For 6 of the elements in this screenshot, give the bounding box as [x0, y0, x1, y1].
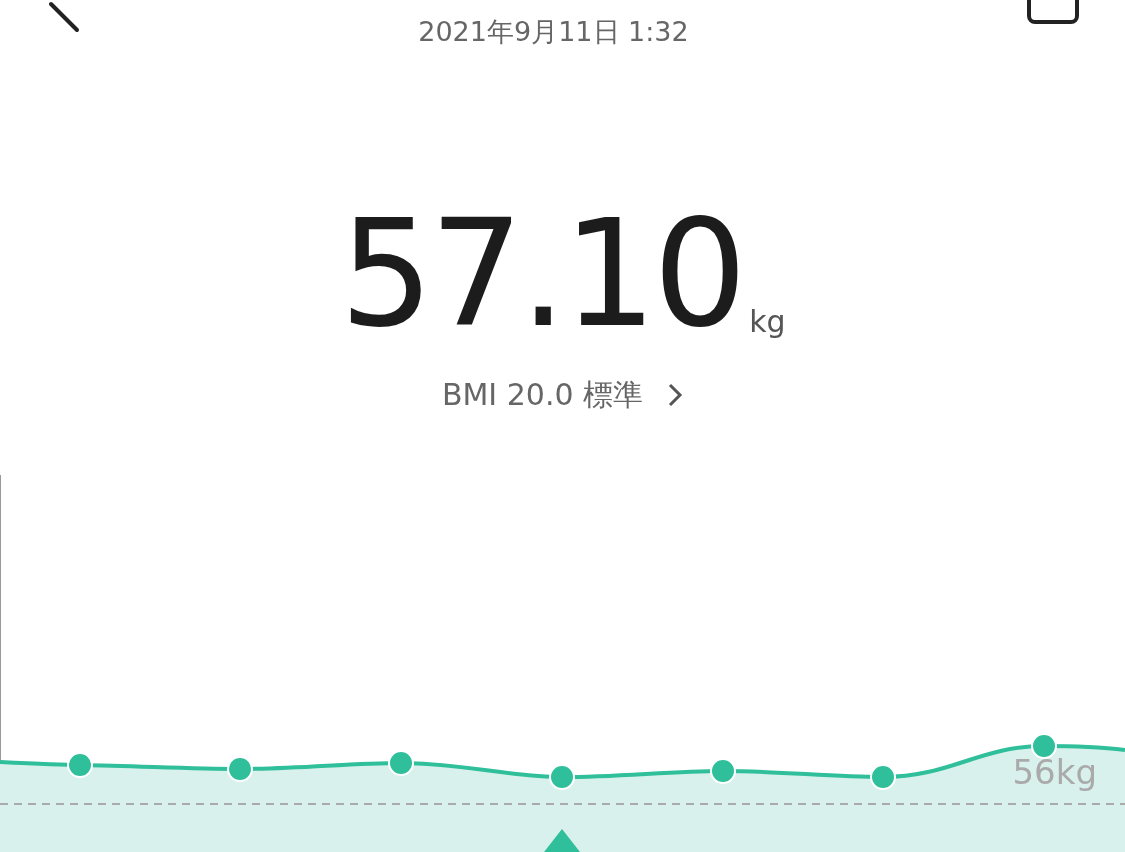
weight-value: 57.10 — [339, 200, 744, 348]
weight-unit: kg — [749, 303, 786, 341]
chevron-right-icon — [667, 381, 684, 408]
reference-weight-label: 56kg — [1012, 751, 1097, 794]
date-time: 2021年9月11日 1:32 — [418, 15, 689, 49]
bmi-link[interactable]: BMI 20.0 標準 — [441, 372, 684, 417]
